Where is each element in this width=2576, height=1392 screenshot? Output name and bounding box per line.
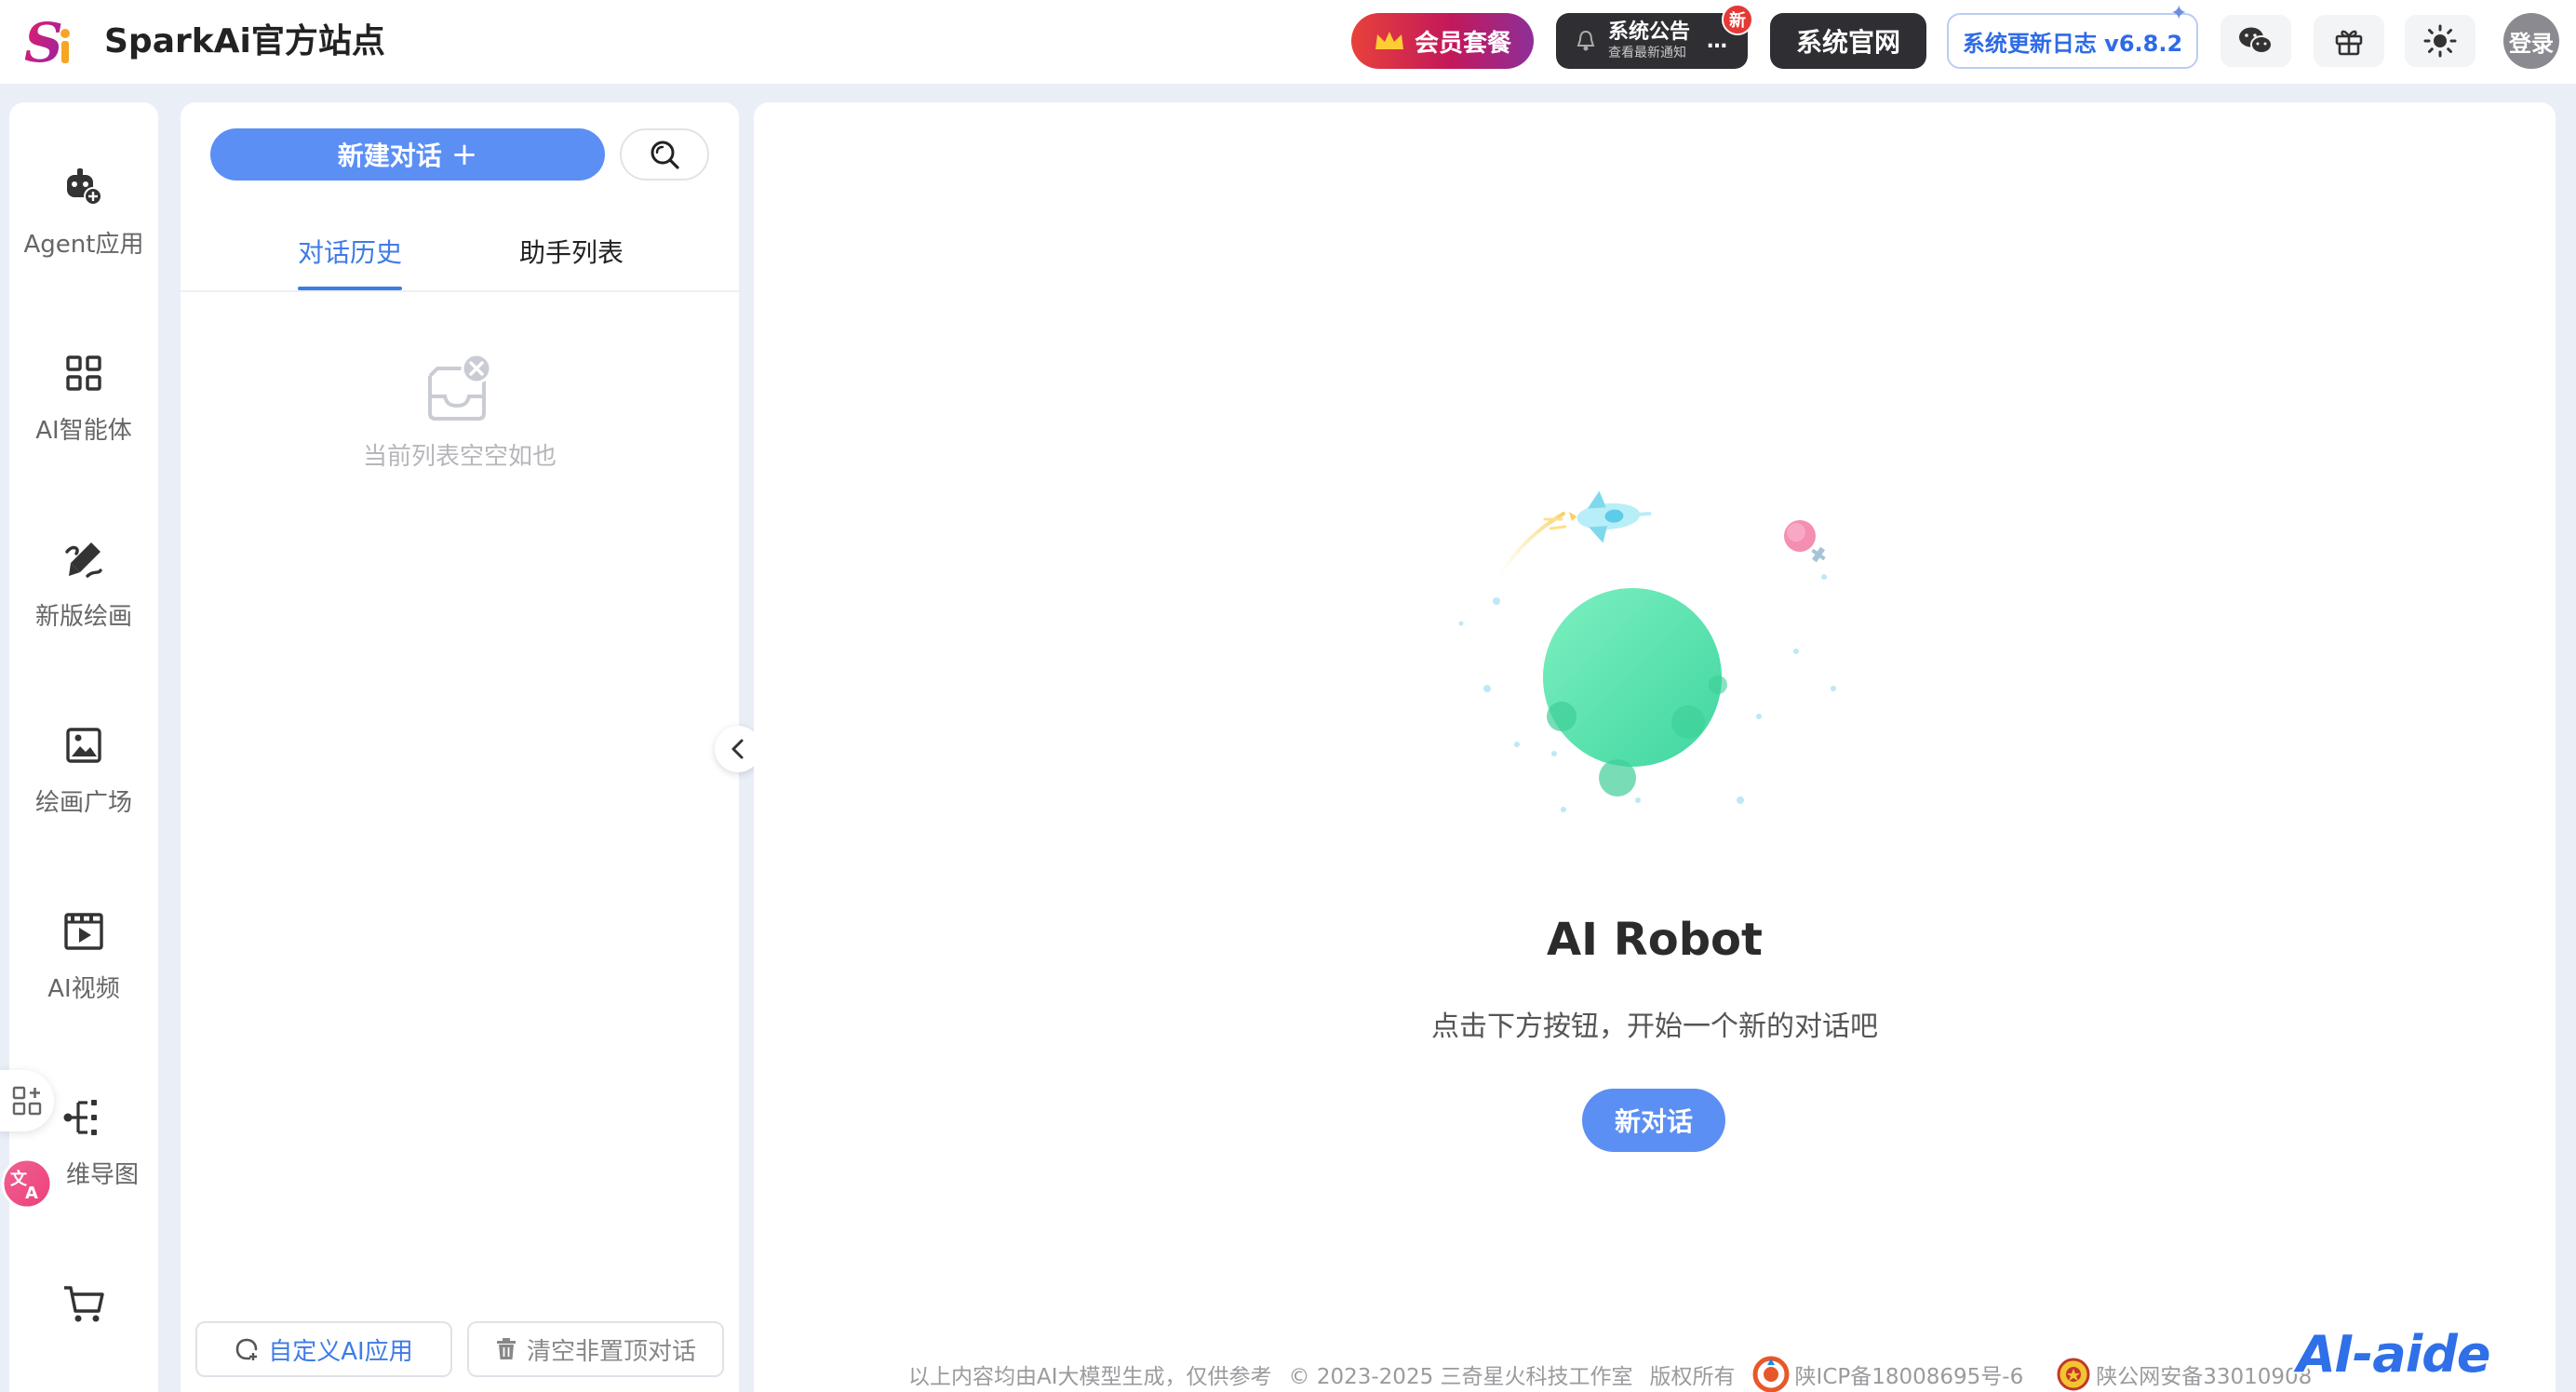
footer-police-link[interactable]: 陕公网安备33010908 bbox=[2057, 1357, 2312, 1392]
nav-item-new-painting[interactable]: 新版绘画 bbox=[9, 536, 158, 676]
apps-plus-icon bbox=[12, 1086, 42, 1116]
custom-ai-app-label: 自定义AI应用 bbox=[268, 1337, 413, 1366]
footer: 以上内容均由AI大模型生成，仅供参考 © 2023-2025 三奇星火科技工作室… bbox=[908, 1351, 2312, 1392]
new-chat-button[interactable]: 新建对话 + bbox=[210, 128, 605, 181]
nav-item-ai-video[interactable]: AI视频 bbox=[9, 908, 158, 1048]
sparkle-icon: ✦ bbox=[2170, 2, 2188, 25]
nav-label-ai-video: AI视频 bbox=[47, 975, 120, 1003]
nav-item-shop[interactable] bbox=[9, 1280, 158, 1392]
empty-inbox-icon bbox=[428, 353, 492, 421]
footer-disclaimer: 以上内容均由AI大模型生成，仅供参考 bbox=[908, 1365, 1272, 1389]
sun-icon bbox=[2423, 24, 2457, 58]
footer-icp-text: 陕ICP备18008695号-6 bbox=[1794, 1365, 2024, 1389]
main-title: AI Robot bbox=[1547, 914, 1763, 966]
custom-app-icon bbox=[235, 1338, 258, 1360]
footer-copyright: © 2023-2025 三奇星火科技工作室 bbox=[1288, 1365, 1633, 1389]
gift-icon bbox=[2335, 30, 2363, 56]
police-badge-icon bbox=[2057, 1358, 2090, 1391]
theme-toggle-button[interactable] bbox=[2405, 15, 2475, 67]
nav-label-ai-agent: AI智能体 bbox=[35, 417, 132, 445]
translate-icon: 文 A bbox=[1, 1158, 53, 1210]
announcement-more: … bbox=[1707, 29, 1727, 53]
wechat-button[interactable] bbox=[2220, 15, 2291, 67]
login-avatar[interactable]: 登录 bbox=[2503, 13, 2559, 69]
trash-icon bbox=[496, 1338, 516, 1359]
image-gallery-icon bbox=[60, 722, 107, 769]
nav-label-gallery: 绘画广场 bbox=[34, 789, 132, 817]
brand-name[interactable]: SparkAi官方站点 bbox=[104, 19, 385, 65]
empty-list-text: 当前列表空空如也 bbox=[362, 443, 557, 471]
mindmap-icon bbox=[60, 1094, 107, 1141]
official-site-button[interactable]: 系统官网 bbox=[1770, 13, 1926, 69]
video-play-icon bbox=[60, 908, 107, 955]
tab-assistant-list[interactable]: 助手列表 bbox=[519, 233, 624, 275]
tab-conversation-history[interactable]: 对话历史 bbox=[298, 233, 402, 275]
clear-conversations-button[interactable]: 清空非置顶对话 bbox=[467, 1321, 724, 1377]
grid-apps-icon bbox=[60, 350, 107, 396]
paint-brush-icon bbox=[60, 536, 107, 582]
nav-label-new-painting: 新版绘画 bbox=[34, 603, 132, 631]
announcement-text: 系统公告 查看最新通知 bbox=[1608, 22, 1690, 60]
bell-icon bbox=[1576, 30, 1595, 51]
ai-aide-watermark: AI-aide bbox=[2297, 1325, 2491, 1384]
changelog-button[interactable]: 系统更新日志 v6.8.2 bbox=[1947, 13, 2198, 69]
tab-divider bbox=[181, 290, 739, 292]
footer-icp-link[interactable]: 陕ICP备18008695号-6 bbox=[1752, 1356, 2024, 1392]
icp-badge-icon bbox=[1752, 1356, 1790, 1392]
nav-item-ai-agent[interactable]: AI智能体 bbox=[9, 350, 158, 489]
main-content: AI Robot 点击下方按钮，开始一个新的对话吧 新对话 以上内容均由AI大模… bbox=[754, 102, 2556, 1392]
new-chat-label: 新建对话 bbox=[337, 141, 442, 171]
announcement-subtitle: 查看最新通知 bbox=[1607, 46, 1686, 60]
nav-item-gallery[interactable]: 绘画广场 bbox=[9, 722, 158, 862]
search-icon bbox=[651, 141, 679, 169]
start-new-chat-button[interactable]: 新对话 bbox=[1582, 1089, 1725, 1152]
main-subtitle: 点击下方按钮，开始一个新的对话吧 bbox=[1431, 1011, 1878, 1043]
chevron-left-icon bbox=[731, 739, 744, 759]
agent-robot-icon bbox=[60, 164, 107, 210]
svg-text:S: S bbox=[24, 11, 63, 74]
svg-text:A: A bbox=[25, 1184, 38, 1203]
nav-item-agent[interactable]: Agent应用 bbox=[9, 164, 158, 303]
footer-rights: 版权所有 bbox=[1649, 1365, 1736, 1389]
member-plan-button[interactable]: 会员套餐 bbox=[1351, 13, 1534, 69]
footer-police-text: 陕公网安备33010908 bbox=[2096, 1365, 2313, 1389]
shopping-cart-icon bbox=[60, 1280, 107, 1327]
plus-icon: + bbox=[450, 136, 478, 173]
crown-icon bbox=[1375, 32, 1403, 49]
search-conversations-button[interactable] bbox=[620, 128, 709, 181]
conversation-panel: 新建对话 + 对话历史 助手列表 当前列表空空如也 自定义AI应用 清空非置顶对… bbox=[181, 102, 739, 1392]
announcement-title: 系统公告 bbox=[1607, 20, 1690, 44]
clear-conversations-label: 清空非置顶对话 bbox=[526, 1337, 696, 1366]
sparkai-logo-icon[interactable]: S bbox=[20, 9, 86, 74]
new-badge: 新 bbox=[1722, 4, 1753, 35]
nav-label-agent: Agent应用 bbox=[23, 231, 144, 259]
custom-ai-app-button[interactable]: 自定义AI应用 bbox=[195, 1321, 452, 1377]
planet-rocket-illustration bbox=[1458, 490, 1836, 812]
wechat-icon bbox=[2239, 27, 2273, 54]
member-plan-label: 会员套餐 bbox=[1414, 29, 1511, 58]
floating-translate-button[interactable]: 文 A bbox=[0, 1154, 56, 1213]
announcement-button[interactable]: 系统公告 查看最新通知 … bbox=[1556, 13, 1748, 69]
gift-button[interactable] bbox=[2314, 15, 2384, 67]
top-header: S SparkAi官方站点 会员套餐 系统公告 查看最新通知 … 新 系统官网 … bbox=[0, 0, 2576, 84]
